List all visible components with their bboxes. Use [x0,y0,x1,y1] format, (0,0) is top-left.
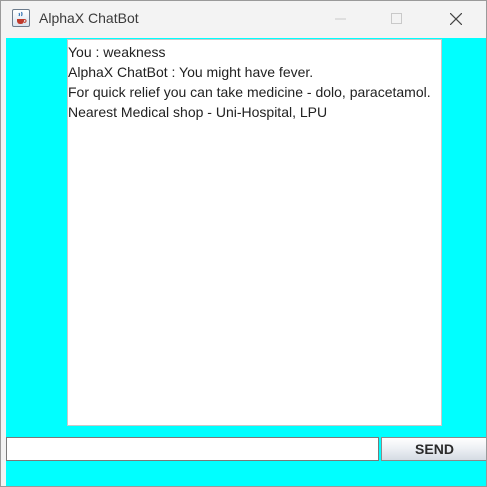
window-title: AlphaX ChatBot [39,10,139,26]
title-bar[interactable]: AlphaX ChatBot [1,1,486,37]
chat-line-user: You : weakness [68,44,166,60]
chat-line-bot: For quick relief you can take medicine -… [68,84,431,100]
chat-panel: You : weakness AlphaX ChatBot : You migh… [6,38,486,486]
chat-line-bot: Nearest Medical shop - Uni-Hospital, LPU [68,104,328,120]
java-cup-icon [12,9,30,27]
maximize-button[interactable] [374,1,420,37]
chat-line-bot: AlphaX ChatBot : You might have fever. [68,64,314,80]
message-input[interactable] [6,437,379,461]
close-icon [450,13,462,25]
app-window: AlphaX ChatBot You : weakness AlphaX Cha… [0,0,487,487]
maximize-icon [391,13,402,24]
minimize-button[interactable] [318,1,364,37]
minimize-icon [335,18,346,20]
chat-history[interactable]: You : weakness AlphaX ChatBot : You migh… [67,39,442,426]
send-button[interactable]: SEND [381,437,486,461]
close-button[interactable] [433,1,479,37]
